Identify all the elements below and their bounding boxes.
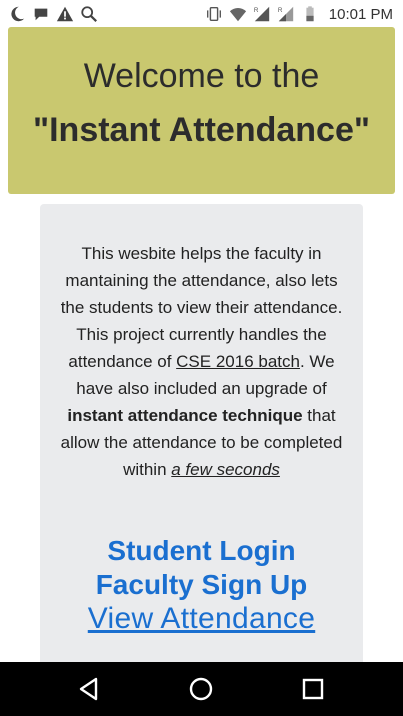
vibrate-icon bbox=[206, 6, 221, 22]
moon-icon bbox=[11, 6, 25, 22]
faculty-signup-link[interactable]: Faculty Sign Up bbox=[40, 568, 363, 602]
view-attendance-link[interactable]: View Attendance bbox=[40, 602, 363, 636]
navigation-bar bbox=[0, 662, 403, 716]
svg-text:R: R bbox=[278, 7, 283, 14]
welcome-banner: Welcome to the "Instant Attendance" bbox=[8, 27, 395, 194]
signal-r-icon-2: R bbox=[278, 6, 293, 22]
chat-icon bbox=[34, 8, 48, 21]
recents-icon[interactable] bbox=[300, 676, 326, 702]
battery-icon bbox=[306, 6, 314, 22]
banner-title-line1: Welcome to the bbox=[83, 57, 320, 95]
student-login-link[interactable]: Student Login bbox=[40, 534, 363, 568]
wifi-icon bbox=[229, 8, 246, 22]
status-left-icons bbox=[8, 4, 98, 24]
search-icon bbox=[81, 6, 97, 22]
svg-text:R: R bbox=[254, 7, 259, 14]
links-group: Student Login Faculty Sign Up View Atten… bbox=[40, 534, 363, 636]
back-icon[interactable] bbox=[76, 676, 102, 702]
warning-icon bbox=[56, 6, 74, 22]
description-text: This wesbite helps the faculty in mantai… bbox=[54, 240, 349, 483]
signal-r-icon: R bbox=[254, 6, 269, 22]
batch-link-text: CSE 2016 batch bbox=[176, 352, 300, 371]
status-bar: R R 10:01 PM bbox=[0, 0, 403, 27]
technique-bold-text: instant attendance technique bbox=[67, 406, 303, 425]
content-card: This wesbite helps the faculty in mantai… bbox=[40, 204, 363, 674]
seconds-italic-text: a few seconds bbox=[171, 460, 280, 479]
home-icon[interactable] bbox=[188, 676, 214, 702]
status-right-icons: R R 10:01 PM bbox=[205, 4, 393, 24]
banner-title-line2: "Instant Attendance" bbox=[32, 111, 370, 149]
status-time: 10:01 PM bbox=[328, 5, 393, 23]
